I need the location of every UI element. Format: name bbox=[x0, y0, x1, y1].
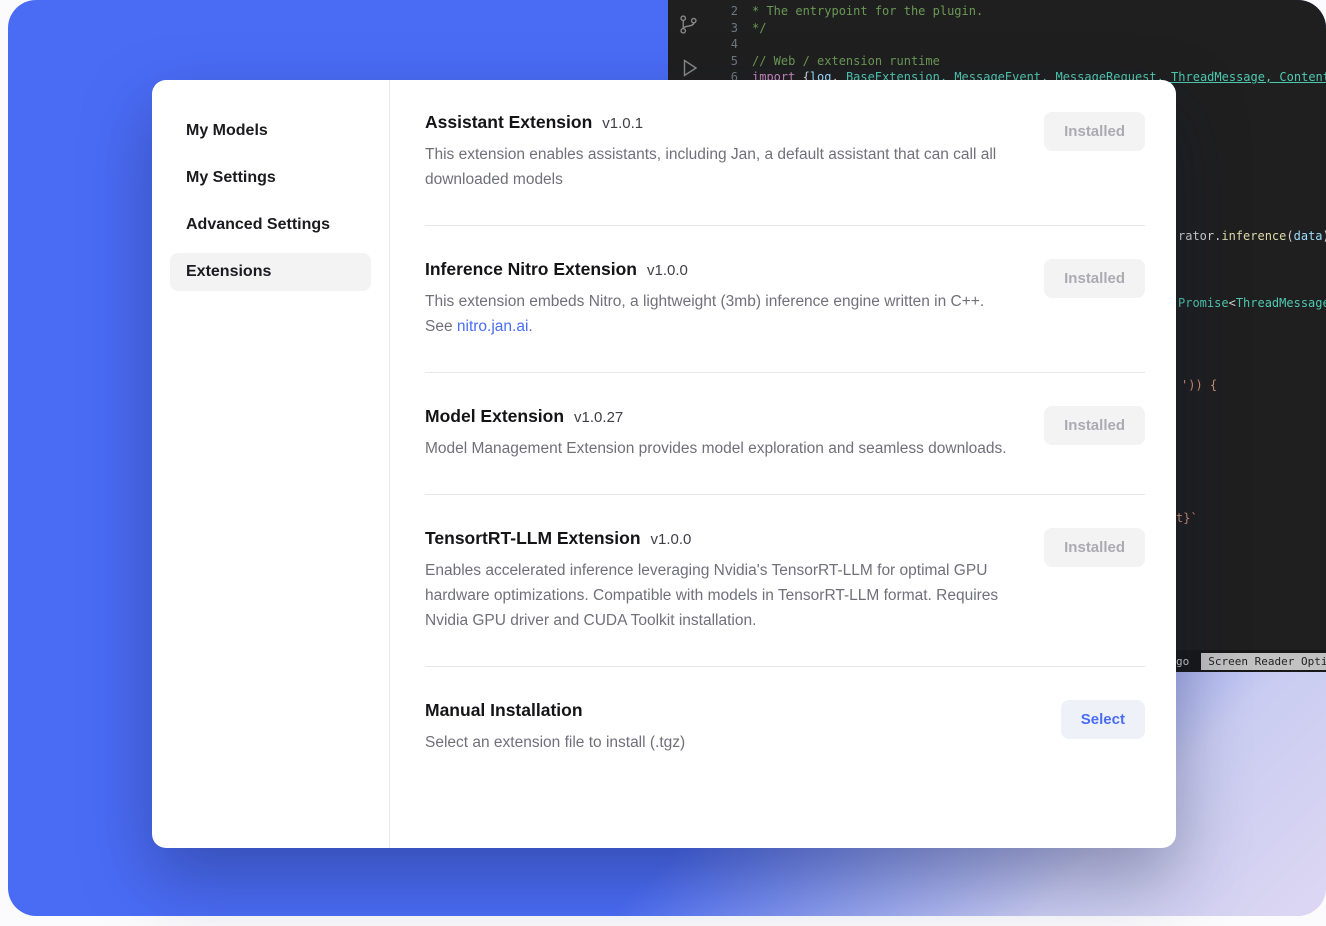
line-number: 4 bbox=[710, 36, 738, 53]
extension-description: Model Management Extension provides mode… bbox=[425, 436, 1007, 461]
extension-description: This extension enables assistants, inclu… bbox=[425, 142, 1010, 192]
screen-reader-badge[interactable]: Screen Reader Optimized bbox=[1201, 653, 1326, 670]
code-line: 2 * The entrypoint for the plugin. bbox=[710, 3, 1326, 20]
status-text: go bbox=[1176, 655, 1189, 668]
code-line: 3 */ bbox=[710, 20, 1326, 37]
extension-name: Assistant Extension bbox=[425, 112, 592, 133]
extension-version: v1.0.27 bbox=[574, 409, 623, 426]
extension-row-tensorrt: TensortRT-LLM Extension v1.0.0 Enables a… bbox=[425, 495, 1145, 667]
installed-button[interactable]: Installed bbox=[1044, 259, 1145, 298]
manual-installation-title: Manual Installation bbox=[425, 700, 583, 721]
line-number: 3 bbox=[710, 20, 738, 37]
nitro-jan-ai-link[interactable]: nitro.jan.ai. bbox=[457, 318, 533, 335]
manual-installation-row: Manual Installation Select an extension … bbox=[425, 667, 1145, 788]
extension-description: Enables accelerated inference leveraging… bbox=[425, 558, 1010, 633]
code-text: * The entrypoint for the plugin. bbox=[752, 3, 983, 20]
extension-row-nitro: Inference Nitro Extension v1.0.0 This ex… bbox=[425, 226, 1145, 373]
extension-info: Model Extension v1.0.27 Model Management… bbox=[425, 406, 1007, 461]
extension-version: v1.0.0 bbox=[647, 262, 688, 279]
code-text: // Web / extension runtime bbox=[752, 53, 940, 70]
installed-button[interactable]: Installed bbox=[1044, 112, 1145, 151]
select-file-button[interactable]: Select bbox=[1061, 700, 1145, 739]
extension-version: v1.0.0 bbox=[651, 531, 692, 548]
extensions-list: Assistant Extension v1.0.1 This extensio… bbox=[390, 80, 1176, 848]
code-fragment: rator.inference(data)); bbox=[1178, 229, 1326, 243]
code-fragment: Promise<ThreadMessage> bbox=[1178, 296, 1326, 310]
sidebar-item-my-models[interactable]: My Models bbox=[170, 112, 371, 150]
code-fragment: t}` bbox=[1176, 511, 1198, 525]
extension-info: Inference Nitro Extension v1.0.0 This ex… bbox=[425, 259, 1010, 339]
extension-row-model: Model Extension v1.0.27 Model Management… bbox=[425, 373, 1145, 495]
settings-modal: My Models My Settings Advanced Settings … bbox=[152, 80, 1176, 848]
installed-button[interactable]: Installed bbox=[1044, 406, 1145, 445]
extension-name: Inference Nitro Extension bbox=[425, 259, 637, 280]
line-number: 5 bbox=[710, 53, 738, 70]
settings-sidebar: My Models My Settings Advanced Settings … bbox=[152, 80, 390, 848]
sidebar-item-extensions[interactable]: Extensions bbox=[170, 253, 371, 291]
extension-name: TensortRT-LLM Extension bbox=[425, 528, 641, 549]
sidebar-item-advanced-settings[interactable]: Advanced Settings bbox=[170, 206, 371, 244]
extension-info: Assistant Extension v1.0.1 This extensio… bbox=[425, 112, 1010, 192]
code-fragment: ')) { bbox=[1181, 378, 1217, 392]
extension-row-assistant: Assistant Extension v1.0.1 This extensio… bbox=[425, 82, 1145, 226]
code-text: */ bbox=[752, 20, 766, 37]
sidebar-item-my-settings[interactable]: My Settings bbox=[170, 159, 371, 197]
code-line: 5 // Web / extension runtime bbox=[710, 53, 1326, 70]
extension-name: Model Extension bbox=[425, 406, 564, 427]
code-lines: 2 * The entrypoint for the plugin. 3 */ … bbox=[710, 3, 1326, 86]
line-number: 2 bbox=[710, 3, 738, 20]
extension-version: v1.0.1 bbox=[602, 115, 643, 132]
installed-button[interactable]: Installed bbox=[1044, 528, 1145, 567]
extension-info: TensortRT-LLM Extension v1.0.0 Enables a… bbox=[425, 528, 1010, 633]
extension-description: This extension embeds Nitro, a lightweig… bbox=[425, 289, 1010, 339]
source-control-icon[interactable] bbox=[677, 13, 700, 39]
extension-info: Manual Installation Select an extension … bbox=[425, 700, 685, 755]
code-line: 4 bbox=[710, 36, 1326, 53]
run-debug-icon[interactable] bbox=[677, 56, 701, 83]
manual-installation-description: Select an extension file to install (.tg… bbox=[425, 730, 685, 755]
